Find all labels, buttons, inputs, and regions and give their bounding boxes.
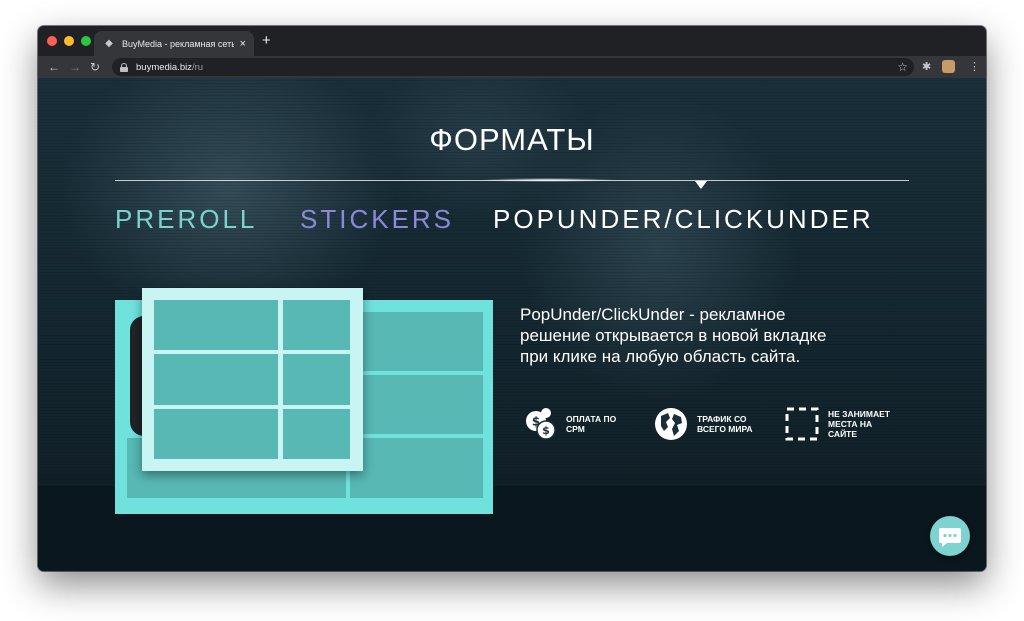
- back-icon[interactable]: ←: [48, 59, 60, 75]
- feature-cpm: $ $ ОПЛАТА ПО CPM: [522, 400, 616, 448]
- page-content: ФОРМАТЫ PREROLL STICKERS POPUNDER/CLICKU…: [38, 78, 986, 571]
- forward-icon[interactable]: →: [69, 59, 81, 75]
- chat-button[interactable]: [930, 516, 970, 556]
- globe-icon: [655, 408, 687, 440]
- lock-icon: [120, 62, 128, 72]
- tab-strip: ◆ BuyMedia - рекламная сеть д × +: [38, 26, 986, 56]
- illustration-cell: [283, 354, 350, 405]
- description-line: при клике на любую область сайта.: [520, 347, 801, 366]
- illustration-cell: [154, 300, 278, 350]
- illustration-cell: [283, 300, 350, 350]
- browser-toolbar: ← → ↻ buymedia.biz/ru ☆ ✱ ⋮: [38, 56, 986, 78]
- feature-label-line: ТРАФИК СО: [697, 414, 747, 424]
- url-host: buymedia.biz: [136, 61, 192, 73]
- buymedia-favicon-icon: ◆: [105, 37, 113, 49]
- tab-popunder-clickunder[interactable]: POPUNDER/CLICKUNDER: [493, 204, 874, 235]
- browser-window: ◆ BuyMedia - рекламная сеть д × + ← → ↻ …: [38, 26, 986, 571]
- window-controls: [47, 36, 91, 46]
- feature-label-line: НЕ ЗАНИМАЕТ: [828, 409, 890, 419]
- illustration-cell: [154, 409, 278, 459]
- new-tab-button[interactable]: +: [262, 33, 271, 49]
- feature-label-line: МЕСТА НА: [828, 419, 873, 429]
- feature-label-line: ОПЛАТА ПО: [566, 414, 617, 424]
- description-line: PopUnder/ClickUnder - рекламное: [520, 305, 786, 324]
- illustration-cell: [154, 354, 278, 405]
- svg-text:$: $: [542, 424, 550, 437]
- feature-label-line: САЙТЕ: [828, 429, 858, 439]
- chat-bubble-icon: [939, 528, 961, 547]
- illustration-cell: [283, 409, 350, 459]
- tab-stickers[interactable]: STICKERS: [300, 204, 454, 235]
- bookmark-star-icon[interactable]: ☆: [897, 58, 908, 76]
- features-list: $ $ ОПЛАТА ПО CPM ТРАФИК СО ВСЕГО МИРА Н…: [522, 400, 922, 448]
- extension-avatar-icon[interactable]: [942, 60, 955, 73]
- close-window-button[interactable]: [47, 36, 57, 46]
- feature-label: ТРАФИК СО ВСЕГО МИРА: [697, 414, 753, 434]
- illustration-cell: [350, 438, 483, 498]
- active-tab-pointer-icon: [695, 181, 707, 189]
- feature-worldwide-traffic: ТРАФИК СО ВСЕГО МИРА: [653, 400, 753, 448]
- minimize-window-button[interactable]: [64, 36, 74, 46]
- reload-icon[interactable]: ↻: [90, 59, 100, 75]
- feature-label: ОПЛАТА ПО CPM: [566, 414, 616, 434]
- tab-title: BuyMedia - рекламная сеть д: [122, 38, 234, 49]
- extensions-puzzle-icon[interactable]: ✱: [922, 59, 931, 75]
- maximize-window-button[interactable]: [81, 36, 91, 46]
- feature-label-line: CPM: [566, 424, 585, 434]
- address-bar[interactable]: buymedia.biz/ru ☆: [112, 58, 914, 76]
- feature-label-line: ВСЕГО МИРА: [697, 424, 753, 434]
- section-title: ФОРМАТЫ: [429, 122, 595, 157]
- divider-glow: [478, 178, 618, 182]
- coins-dollar-icon: $ $: [526, 408, 556, 440]
- tab-close-icon[interactable]: ×: [240, 38, 246, 50]
- feature-label: НЕ ЗАНИМАЕТ МЕСТА НА САЙТЕ: [828, 409, 890, 439]
- browser-tab[interactable]: ◆ BuyMedia - рекламная сеть д ×: [94, 31, 254, 56]
- url-path: /ru: [191, 61, 204, 73]
- feature-no-space: НЕ ЗАНИМАЕТ МЕСТА НА САЙТЕ: [784, 400, 890, 448]
- format-description: PopUnder/ClickUnder - рекламное решение …: [520, 304, 900, 367]
- illustration-cell: [362, 312, 483, 371]
- description-line: решение открывается в новой вкладке: [520, 326, 827, 345]
- tab-preroll[interactable]: PREROLL: [115, 204, 257, 235]
- browser-menu-icon[interactable]: ⋮: [969, 59, 980, 75]
- popunder-illustration-front-window: [142, 288, 363, 471]
- illustration-cell: [362, 375, 483, 434]
- dashed-frame-icon: [785, 407, 819, 441]
